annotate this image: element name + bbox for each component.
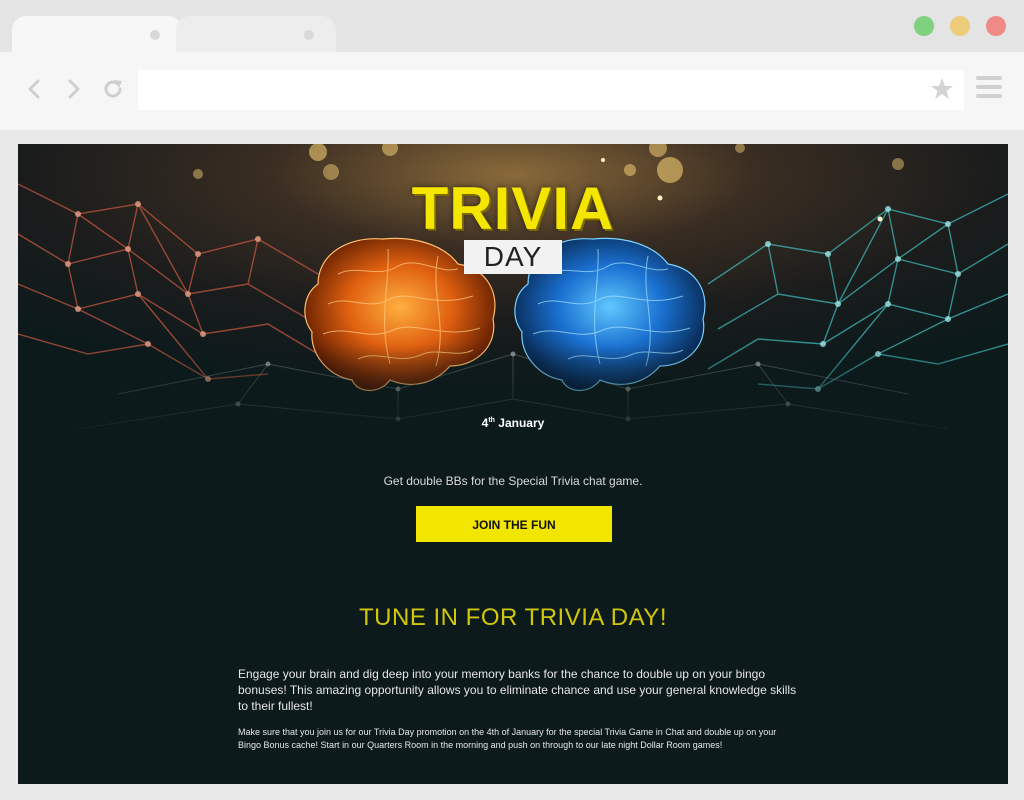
browser-tab-active[interactable] [12,16,182,52]
hero-banner: TRIVIA DAY [18,144,1008,444]
browser-toolbar [0,52,1024,130]
reload-icon[interactable] [100,76,126,102]
trivia-day-logo: TRIVIA DAY [410,178,616,274]
tab-close-icon[interactable] [150,30,160,40]
body-paragraph-1: Engage your brain and dig deep into your… [238,667,797,713]
star-icon[interactable] [928,76,956,104]
section-heading: TUNE IN FOR TRIVIA DAY! [359,604,667,631]
chevron-left-icon[interactable] [22,76,48,102]
date-month: January [498,416,545,430]
body-paragraph-2: Make sure that you join us for our Trivi… [238,727,777,750]
browser-tab-inactive[interactable] [176,16,336,52]
date-suffix: th [488,417,495,424]
tab-strip [0,0,1024,52]
logo-title: TRIVIA [411,175,615,242]
event-date: 4th January [18,416,1008,430]
maximize-button[interactable] [914,16,934,36]
address-bar[interactable] [138,70,964,110]
tab-close-icon[interactable] [304,30,314,40]
browser-window: TRIVIA DAY 4th January Get double BBs fo… [0,0,1024,800]
hamburger-menu-icon[interactable] [976,76,1002,102]
join-the-fun-button[interactable]: JOIN THE FUN [416,506,612,542]
page-viewport: TRIVIA DAY 4th January Get double BBs fo… [18,144,1008,784]
minimize-button[interactable] [950,16,970,36]
logo-subtitle: DAY [463,240,563,274]
promo-text: Get double BBs for the Special Trivia ch… [383,474,643,488]
close-window-button[interactable] [986,16,1006,36]
body-copy: Engage your brain and dig deep into your… [238,666,798,752]
chevron-right-icon[interactable] [60,76,86,102]
